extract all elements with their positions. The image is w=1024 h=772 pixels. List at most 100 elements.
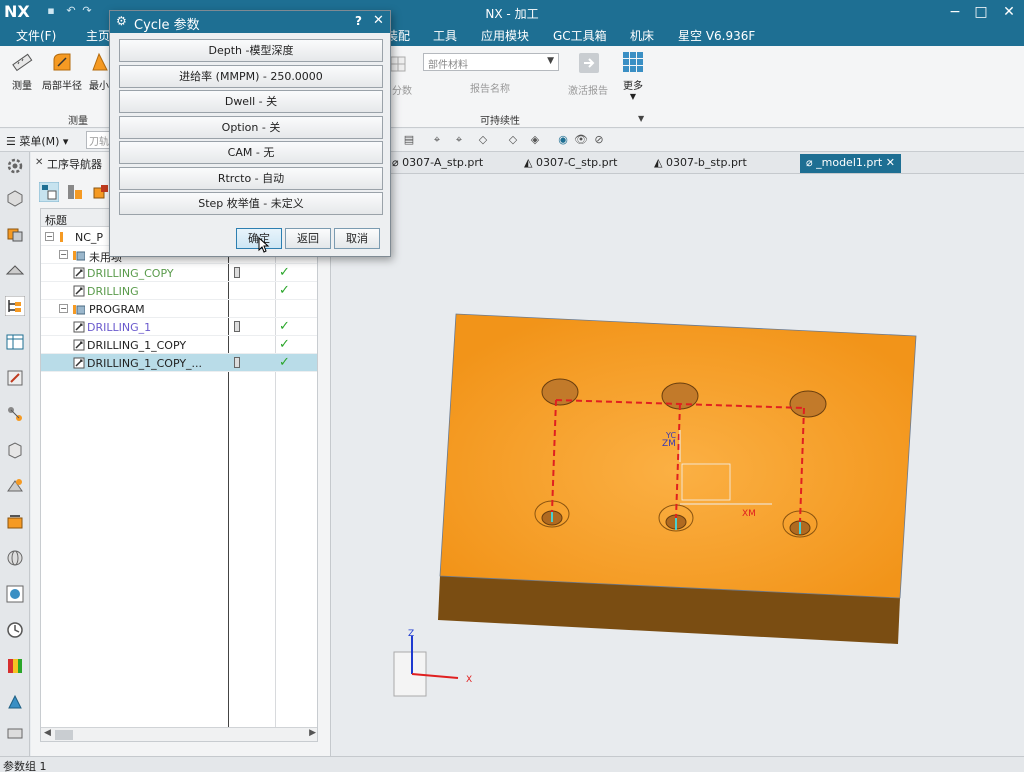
table-icon[interactable] — [5, 332, 25, 352]
min-radius-icon — [92, 52, 108, 71]
menu-gc-toolbox[interactable]: GC工具箱 — [553, 27, 607, 44]
close-icon[interactable]: ✕ — [373, 13, 384, 28]
pin-icon[interactable]: ✕ — [35, 157, 43, 168]
collapse-toggle-icon[interactable]: − — [59, 250, 68, 259]
radius-icon — [53, 53, 71, 71]
hide-icon[interactable]: ⊘ — [592, 133, 606, 147]
navigator-row[interactable]: DRILLING_1 ✓ — [41, 318, 317, 336]
geometry-view-icon[interactable] — [91, 182, 111, 202]
tab-0307-b[interactable]: ◭ 0307-b_stp.prt — [648, 154, 753, 173]
web-icon[interactable] — [5, 584, 25, 604]
zm-label: ZM — [662, 439, 676, 449]
minimize-button[interactable]: − — [944, 2, 966, 22]
status-bar: 参数组 1 — [0, 756, 1024, 772]
machine-view-icon[interactable] — [5, 260, 25, 280]
snap-icon[interactable]: ⌖ — [430, 133, 444, 147]
document-tabs: ⌀ 0307-A_stp.prt ◭ 0307-C_stp.prt ◭ 0307… — [332, 152, 1024, 174]
show-icon[interactable]: ◉ — [556, 133, 570, 147]
maximize-button[interactable]: □ — [970, 2, 992, 22]
tool-status-icon — [234, 321, 240, 332]
horizontal-scrollbar[interactable]: ◀ ▶ — [41, 727, 317, 741]
program-order-view-icon[interactable] — [39, 182, 59, 202]
drilling-operation-icon — [73, 285, 85, 297]
program-folder-icon — [73, 305, 85, 315]
tab-0307-a[interactable]: ⌀ 0307-A_stp.prt — [386, 154, 489, 173]
navigator-row[interactable]: DRILLING ✓ — [41, 282, 317, 300]
navigator-title: 工序导航器 — [47, 158, 102, 171]
depth-param-button[interactable]: Depth -模型深度 — [119, 39, 383, 62]
operation-name: PROGRAM — [89, 303, 145, 316]
arrow-right-icon[interactable] — [578, 52, 600, 74]
eye-icon[interactable]: 👁 — [574, 133, 588, 147]
cube3-icon[interactable]: ◈ — [528, 133, 542, 147]
menu-file[interactable]: 文件(F) — [16, 27, 56, 44]
menu-dropdown-button[interactable]: ☰ 菜单(M) ▾ — [6, 133, 68, 149]
step-param-button[interactable]: Step 枚举值 - 未定义 — [119, 192, 383, 215]
option-param-button[interactable]: Option - 关 — [119, 115, 383, 139]
nc-program-icon — [60, 232, 63, 242]
scroll-left-icon[interactable]: ◀ — [44, 728, 51, 738]
collapse-toggle-icon[interactable]: − — [59, 304, 68, 313]
scroll-thumb[interactable] — [55, 730, 73, 740]
help-icon[interactable]: ? — [355, 14, 362, 28]
scroll-right-icon[interactable]: ▶ — [309, 728, 316, 738]
group-expand-icon[interactable]: ▼ — [638, 114, 644, 123]
rtrcto-param-button[interactable]: Rtrcto - 自动 — [119, 166, 383, 190]
assembly-icon[interactable] — [5, 224, 25, 244]
cancel-button[interactable]: 取消 — [334, 228, 380, 249]
part-model: ZM YC XM Z X — [393, 313, 917, 697]
grid-icon[interactable] — [390, 56, 406, 72]
cam-param-button[interactable]: CAM - 无 — [119, 141, 383, 164]
dwell-param-button[interactable]: Dwell - 关 — [119, 90, 383, 113]
tool-status-icon — [234, 267, 240, 278]
menu-tools[interactable]: 工具 — [433, 27, 457, 44]
operation-name: DRILLING_1_COPY — [87, 339, 187, 352]
select-filter-icon[interactable]: ▤ — [402, 133, 416, 147]
menu-application[interactable]: 应用模块 — [481, 27, 529, 44]
report-name-label: 报告名称 — [470, 84, 510, 95]
simulation-icon[interactable] — [5, 512, 25, 532]
gear-icon[interactable] — [5, 156, 25, 176]
navigator-row[interactable]: DRILLING_COPY ✓ — [41, 264, 317, 282]
hole[interactable] — [789, 390, 827, 418]
menu-machine[interactable]: 机床 — [630, 27, 654, 44]
dialog-header[interactable]: ⚙ Cycle 参数 ? ✕ — [110, 11, 390, 33]
close-button[interactable]: ✕ — [998, 2, 1020, 22]
cube-icon[interactable]: ◇ — [476, 133, 490, 147]
feature-icon[interactable] — [5, 476, 25, 496]
menu-xingkong[interactable]: 星空 V6.936F — [678, 27, 755, 44]
graphics-viewport[interactable]: ZM YC XM Z X — [332, 174, 1024, 756]
navigator-row[interactable]: − PROGRAM — [41, 300, 317, 318]
part-icon[interactable] — [5, 188, 25, 208]
feedrate-param-button[interactable]: 进给率 (MMPM) - 250.0000 — [119, 64, 383, 88]
machine-tool-icon[interactable] — [5, 404, 25, 424]
operation-name: NC_P — [75, 231, 104, 244]
measure-button[interactable]: 测量 — [2, 50, 42, 92]
menu-home[interactable]: 主页 — [86, 27, 110, 44]
local-radius-button[interactable]: 局部半径 — [40, 50, 84, 92]
operation-navigator-icon[interactable] — [5, 296, 25, 316]
history-clock-icon[interactable] — [5, 620, 25, 640]
back-button[interactable]: 返回 — [285, 228, 331, 249]
tab-0307-c[interactable]: ◭ 0307-C_stp.prt — [518, 154, 623, 173]
snap2-icon[interactable]: ⌖ — [452, 133, 466, 147]
more-button[interactable]: 更多 ▼ — [614, 50, 652, 101]
check-icon: ✓ — [279, 283, 290, 298]
system-icon[interactable] — [5, 724, 25, 744]
box-icon[interactable] — [5, 440, 25, 460]
machine-view-button-icon[interactable] — [65, 182, 85, 202]
part-material-select[interactable]: 部件材料 ▼ — [423, 53, 559, 71]
check-icon: ✓ — [279, 337, 290, 352]
sphere-icon[interactable] — [5, 548, 25, 568]
cube2-icon[interactable]: ◇ — [506, 133, 520, 147]
role-icon[interactable] — [5, 692, 25, 712]
navigator-row[interactable]: DRILLING_1_COPY_... ✓ — [41, 354, 317, 372]
tab-model1[interactable]: ⌀ _model1.prt ✕ — [800, 154, 901, 173]
collapse-toggle-icon[interactable]: − — [45, 232, 54, 241]
tool-library-icon[interactable] — [5, 368, 25, 388]
column-header-title[interactable]: 标题 — [45, 212, 67, 228]
tab-close-icon[interactable]: ✕ — [882, 156, 895, 169]
color-palette-icon[interactable] — [5, 656, 25, 676]
navigator-grid: 标题 − NC_P − 未用项 DRILLING_COPY ✓ DRILLING ✓ − PROG… — [40, 208, 318, 742]
navigator-row[interactable]: DRILLING_1_COPY ✓ — [41, 336, 317, 354]
